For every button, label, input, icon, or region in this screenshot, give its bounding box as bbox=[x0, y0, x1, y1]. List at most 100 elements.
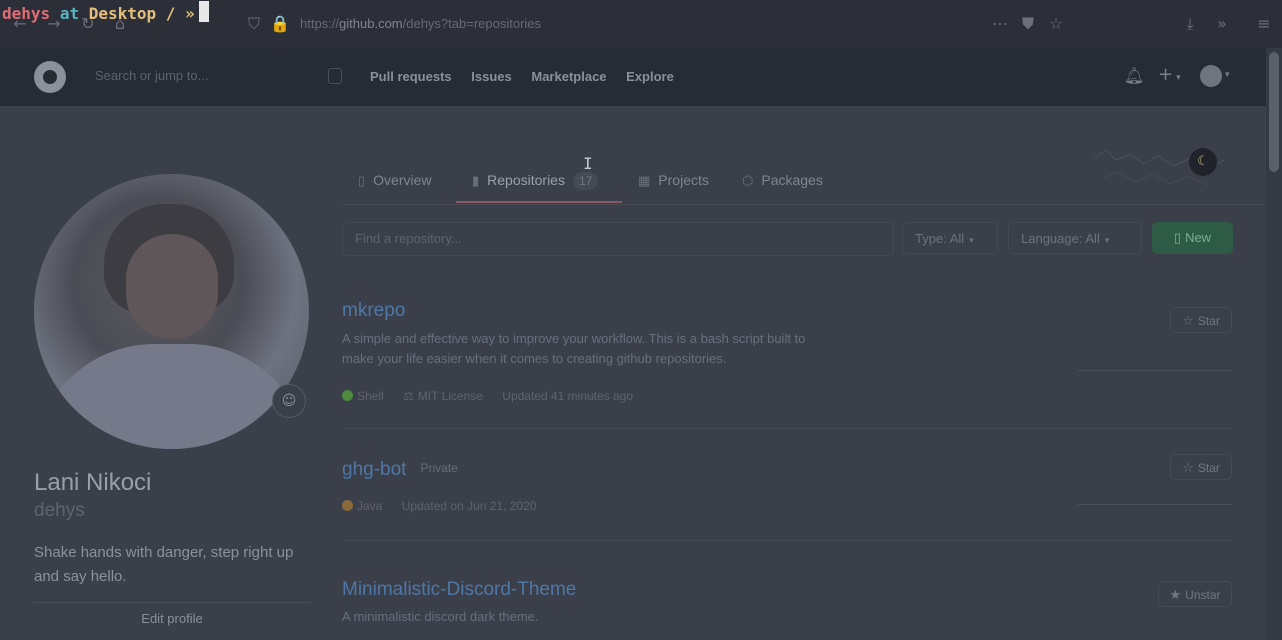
search-input[interactable]: Search or jump to... bbox=[86, 62, 348, 90]
text-cursor-icon: I bbox=[583, 154, 593, 173]
find-repository-placeholder: Find a repository... bbox=[355, 231, 462, 246]
tab-packages[interactable]: ⬡ Packages bbox=[742, 172, 823, 189]
star-button-label: Star bbox=[1197, 314, 1220, 328]
terminal-prompt[interactable]: dehys at Desktop / » bbox=[2, 1, 209, 25]
download-icon[interactable]: ⤓ bbox=[1180, 14, 1200, 34]
repo-icon: ▮ bbox=[472, 174, 480, 189]
repositories-count: 17 bbox=[572, 172, 599, 190]
star-button-label: Star bbox=[1197, 461, 1220, 475]
language-color-dot bbox=[342, 390, 353, 401]
tab-repositories-label: Repositories bbox=[487, 172, 565, 188]
moon-icon[interactable]: ☾ bbox=[1189, 148, 1217, 176]
repo-item: Minimalistic-Discord-Theme A minimalisti… bbox=[342, 579, 1232, 627]
repo-meta: Shell ⚖ MIT License Updated 41 minutes ag… bbox=[342, 389, 649, 403]
search-placeholder: Search or jump to... bbox=[95, 68, 209, 83]
star-filled-icon: ★ bbox=[1169, 588, 1182, 603]
tab-projects-label: Projects bbox=[658, 172, 709, 188]
terminal-dir: Desktop bbox=[88, 4, 157, 23]
profile-name: Lani Nikoci bbox=[34, 469, 152, 496]
terminal-cursor bbox=[198, 1, 209, 22]
repo-language: Java bbox=[342, 499, 382, 513]
github-logo-icon[interactable] bbox=[34, 61, 66, 93]
profile-login: dehys bbox=[34, 500, 85, 521]
repo-license-label: MIT License bbox=[417, 389, 483, 403]
scrollbar-thumb[interactable] bbox=[1269, 52, 1279, 172]
star-icon: ☆ bbox=[1182, 314, 1194, 329]
repo-name-link[interactable]: ghg-bot bbox=[342, 459, 406, 480]
unstar-button-label: Unstar bbox=[1185, 588, 1221, 602]
tab-projects[interactable]: ▦ Projects bbox=[638, 172, 709, 189]
url-text: https://github.com/dehys?tab=repositorie… bbox=[300, 16, 541, 31]
language-filter-label: Language: All bbox=[1021, 231, 1100, 246]
repo-language-label: Java bbox=[357, 499, 383, 513]
repo-description: A simple and effective way to improve yo… bbox=[342, 331, 806, 366]
law-icon: ⚖ bbox=[403, 389, 414, 403]
language-color-dot bbox=[342, 500, 353, 511]
tab-overview-label: Overview bbox=[373, 172, 432, 188]
url-host: github.com bbox=[339, 16, 403, 31]
url-prefix: https:// bbox=[300, 16, 340, 31]
nav-pull-requests[interactable]: Pull requests bbox=[370, 69, 452, 84]
terminal-prompt-symbol: » bbox=[185, 4, 195, 23]
chevron-down-icon: ▾ bbox=[969, 236, 974, 246]
repo-license[interactable]: ⚖ MIT License bbox=[403, 389, 483, 403]
repo-name-link[interactable]: mkrepo bbox=[342, 300, 405, 321]
shield-icon[interactable]: ⛉ bbox=[244, 14, 264, 34]
language-filter-dropdown[interactable]: Language: All ▾ bbox=[1008, 222, 1142, 254]
bell-icon[interactable]: 🔔︎ bbox=[1124, 66, 1144, 85]
book-icon: ▯ bbox=[358, 174, 366, 189]
package-icon: ⬡ bbox=[742, 174, 754, 189]
tab-repositories[interactable]: ▮ Repositories 17 bbox=[472, 172, 599, 190]
nav-explore[interactable]: Explore bbox=[626, 69, 674, 84]
overflow-icon[interactable]: » bbox=[1212, 14, 1232, 34]
chevron-down-icon[interactable]: ▾ bbox=[1225, 70, 1230, 80]
edit-profile-button[interactable]: Edit profile bbox=[34, 602, 310, 635]
repo-icon: ▯ bbox=[1173, 231, 1182, 246]
private-badge: Private bbox=[420, 461, 458, 475]
chevron-down-icon: ▾ bbox=[1104, 236, 1110, 246]
terminal-at: at bbox=[59, 4, 80, 23]
profile-avatar[interactable] bbox=[34, 174, 309, 449]
repo-divider bbox=[342, 540, 1232, 541]
type-filter-dropdown[interactable]: Type: All ▾ bbox=[902, 222, 998, 254]
url-path: /dehys?tab=repositories bbox=[402, 16, 542, 31]
active-tab-underline bbox=[456, 201, 622, 203]
repo-language-label: Shell bbox=[357, 389, 384, 403]
activity-sparkline bbox=[1078, 370, 1232, 371]
activity-sparkline bbox=[1078, 504, 1232, 505]
repo-description: A minimalistic discord dark theme. bbox=[342, 609, 539, 624]
header-nav: Pull requests Issues Marketplace Explore bbox=[370, 69, 690, 84]
app-window: ← → ↻ ⌂ ⛉ 🔒 https://github.com/dehys?tab… bbox=[0, 0, 1282, 640]
new-button-label: New bbox=[1185, 230, 1212, 245]
unstar-button[interactable]: ★ Unstar bbox=[1158, 581, 1232, 607]
new-repository-button[interactable]: ▯ New bbox=[1152, 222, 1233, 254]
tab-overview[interactable]: ▯ Overview bbox=[358, 172, 432, 189]
terminal-sep: / bbox=[165, 4, 176, 23]
star-button[interactable]: ☆ Star bbox=[1170, 454, 1232, 480]
plus-icon[interactable]: + ▾ bbox=[1158, 64, 1181, 85]
pocket-icon[interactable]: ⛊ bbox=[1018, 14, 1038, 34]
menu-icon[interactable]: ≡ bbox=[1254, 14, 1274, 34]
repo-item: ghg-bot Private bbox=[342, 459, 1232, 481]
more-icon[interactable]: ⋯ bbox=[990, 14, 1010, 34]
repo-name-link[interactable]: Minimalistic-Discord-Theme bbox=[342, 579, 576, 600]
github-header: Search or jump to... Pull requests Issue… bbox=[0, 48, 1266, 106]
bookmark-star-icon[interactable]: ☆ bbox=[1046, 14, 1066, 34]
avatar-shirt bbox=[34, 344, 309, 449]
repo-updated: Updated 41 minutes ago bbox=[502, 389, 634, 403]
slash-key-icon bbox=[328, 68, 342, 84]
type-filter-label: Type: All bbox=[915, 231, 965, 246]
nav-marketplace[interactable]: Marketplace bbox=[531, 69, 606, 84]
address-bar[interactable]: ⛉ 🔒 https://github.com/dehys?tab=reposit… bbox=[240, 10, 1020, 38]
terminal-user: dehys bbox=[2, 4, 51, 23]
nav-issues[interactable]: Issues bbox=[471, 69, 511, 84]
star-button[interactable]: ☆ Star bbox=[1170, 307, 1232, 333]
repo-language: Shell bbox=[342, 389, 384, 403]
status-emoji-icon[interactable]: ☺ bbox=[272, 384, 306, 418]
repo-divider bbox=[342, 428, 1232, 429]
repo-item: mkrepo A simple and effective way to imp… bbox=[342, 300, 1232, 369]
find-repository-input[interactable]: Find a repository... bbox=[342, 222, 894, 256]
user-avatar-icon[interactable] bbox=[1200, 65, 1222, 87]
repo-updated: Updated on Jun 21, 2020 bbox=[401, 499, 537, 513]
repo-meta: Java Updated on Jun 21, 2020 bbox=[342, 499, 552, 513]
